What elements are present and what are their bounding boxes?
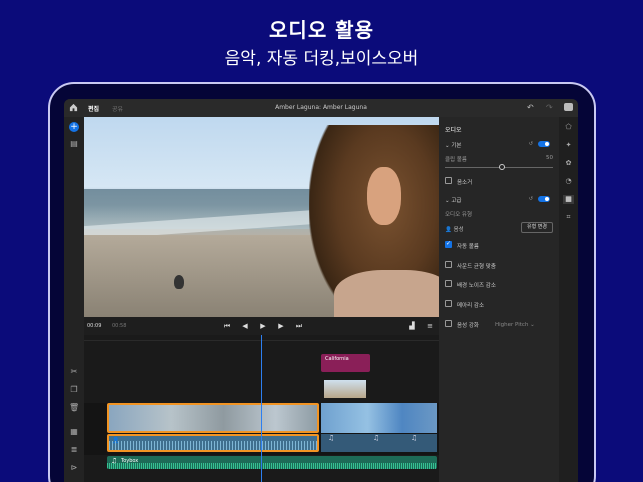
crop-icon[interactable]: ⌗ — [563, 213, 574, 222]
panel-title: 오디오 — [445, 127, 462, 134]
title-clip[interactable]: California — [321, 354, 370, 372]
effects-icon[interactable]: ✦ — [563, 141, 574, 150]
step-back-icon[interactable]: ◀ — [240, 321, 250, 331]
option-checkbox[interactable]: ✓ — [445, 240, 452, 248]
woman-subject — [309, 125, 439, 317]
comment-icon[interactable] — [564, 103, 573, 111]
seagull — [174, 275, 184, 289]
mute-checkbox[interactable] — [445, 177, 452, 184]
top-bar: 편집 공유 Amber Laguna: Amber Laguna ↶ ↷ — [64, 99, 578, 117]
menu-icon[interactable]: ≡ — [425, 321, 435, 331]
advanced-section-header[interactable]: ⌄ 고급 ↺ — [445, 196, 553, 204]
volume-row: 클립 볼륨 50 — [445, 155, 553, 163]
basic-toggle[interactable] — [538, 141, 550, 147]
app-screen: 편집 공유 Amber Laguna: Amber Laguna ↶ ↷ + ▤… — [64, 99, 578, 482]
playback-controls: 00:09 00:58 ⏮ ◀ ▶ ▶ ⏭ ▟ ≡ — [84, 317, 439, 335]
color-icon[interactable]: ✿ — [563, 159, 574, 168]
step-forward-icon[interactable]: ▶ — [276, 321, 286, 331]
enhance-dropdown-value: Higher Pitch — [495, 322, 529, 328]
selected-video-clip[interactable] — [107, 403, 319, 433]
option-checkbox[interactable] — [445, 261, 452, 268]
speed-icon[interactable]: ◔ — [563, 177, 574, 186]
duplicate-icon[interactable]: ❐ — [69, 385, 79, 394]
volume-value: 50 — [546, 155, 553, 161]
volume-label: 클립 볼륨 — [445, 157, 467, 163]
music-track[interactable]: ♫ Toybox — [107, 456, 437, 469]
list-icon[interactable]: ≣ — [69, 445, 79, 454]
advanced-label: 고급 — [451, 198, 462, 204]
title-clip-label: California — [325, 356, 349, 362]
tab-share[interactable]: 공유 — [112, 104, 123, 113]
basic-section-header[interactable]: ⌄ 기본 ↺ — [445, 141, 553, 149]
audio-panel: 오디오 ⌄ 기본 ↺ 클립 볼륨 50 음소거 ⌄ 고급 ↺ 오디오 유형 👤 … — [439, 117, 559, 482]
media-bin-icon[interactable]: ▤ — [69, 139, 79, 148]
music-note-icon: ♫ — [373, 434, 380, 442]
audio-type-label: 오디오 유형 — [445, 212, 473, 218]
option-checkbox[interactable] — [445, 280, 452, 287]
shoulder — [334, 270, 439, 317]
advanced-toggle[interactable] — [538, 196, 550, 202]
face — [367, 167, 401, 225]
transform-icon[interactable]: ⬠ — [563, 123, 574, 132]
basic-label: 기본 — [451, 143, 462, 149]
option-label: 음성 강화 — [457, 323, 479, 329]
redo-icon[interactable]: ↷ — [546, 103, 553, 112]
right-rail: ⬠ ✦ ✿ ◔ ▦ ⌗ — [559, 117, 578, 482]
video-preview[interactable] — [84, 117, 439, 317]
audio-waveform — [109, 441, 317, 450]
video-clip[interactable] — [321, 403, 437, 433]
audio-panel-icon[interactable]: ▦ — [563, 195, 574, 204]
timeline[interactable]: California 👤 ♫ ♫ ♫ ♫ Toybox — [84, 335, 439, 482]
skip-end-icon[interactable]: ⏭ — [294, 321, 304, 331]
volume-slider[interactable] — [445, 164, 553, 170]
project-title: Amber Laguna: Amber Laguna — [275, 104, 367, 111]
reset-icon[interactable]: ↺ — [529, 141, 533, 147]
track-view-icon[interactable]: ▦ — [69, 427, 79, 436]
tab-edit[interactable]: 편집 — [88, 104, 99, 113]
music-note-icon: ♫ — [411, 434, 418, 442]
check-icon: ✓ — [446, 240, 452, 247]
voice-icon: 👤 — [445, 227, 454, 233]
music-note-icon: ♫ — [328, 434, 335, 442]
mute-label: 음소거 — [457, 180, 473, 186]
selected-audio-clip[interactable]: 👤 — [107, 434, 319, 452]
split-icon[interactable]: ✂ — [69, 367, 79, 376]
home-icon[interactable] — [69, 103, 78, 112]
reset-icon[interactable]: ↺ — [529, 196, 533, 202]
add-media-button[interactable]: + — [69, 122, 79, 132]
enhance-dropdown[interactable]: Higher Pitch ⌄ — [495, 322, 535, 328]
hero-subtitle: 음악, 자동 더킹,보이스오버 — [224, 49, 419, 69]
aspect-icon[interactable]: ▟ — [407, 321, 417, 331]
volume-slider-knob[interactable] — [499, 164, 505, 170]
left-toolbar: + ▤ ✂ ❐ 🗑 ▦ ≣ ⊳ — [64, 117, 84, 482]
duration: 00:58 — [112, 323, 127, 329]
option-label: 사운드 균형 맞춤 — [457, 264, 496, 270]
hero-title: 오디오 활용 — [269, 18, 374, 42]
change-type-button[interactable]: 유형 변경 — [521, 222, 553, 233]
play-icon[interactable]: ▶ — [258, 321, 268, 331]
adjust-icon[interactable]: ⊳ — [69, 463, 79, 472]
music-waveform — [107, 463, 437, 469]
skip-start-icon[interactable]: ⏮ — [222, 321, 232, 331]
delete-icon[interactable]: 🗑 — [69, 403, 79, 412]
undo-icon[interactable]: ↶ — [527, 103, 534, 112]
option-label: 메아리 감소 — [457, 303, 485, 309]
current-time: 00:09 — [87, 323, 102, 329]
audio-type-text: 음성 — [453, 227, 464, 233]
option-checkbox[interactable] — [445, 320, 452, 327]
option-label: 배경 노이즈 감소 — [457, 283, 496, 289]
overlay-clip[interactable] — [324, 380, 366, 398]
option-label: 자동 볼륨 — [457, 244, 479, 250]
playhead[interactable] — [261, 335, 262, 482]
option-checkbox[interactable] — [445, 300, 452, 307]
